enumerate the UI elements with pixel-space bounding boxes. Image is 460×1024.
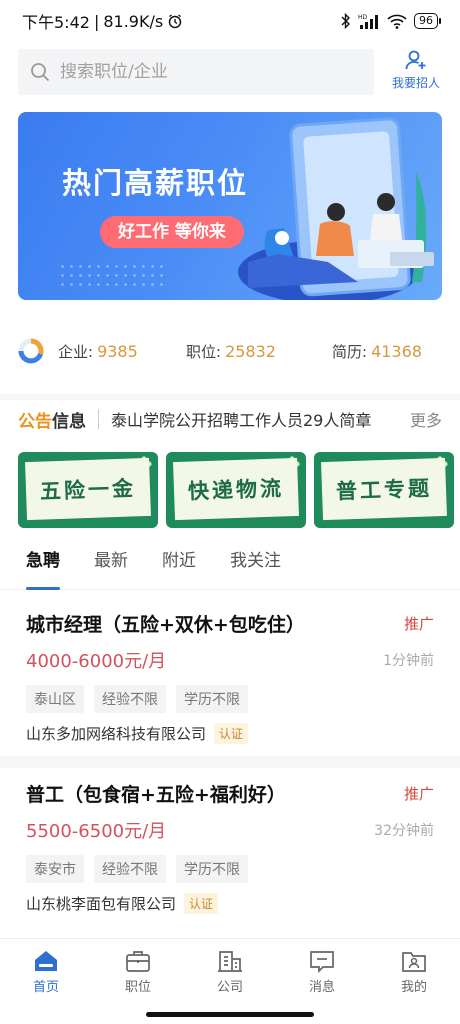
bottom-nav: 首页 职位 公司 消息 我的	[0, 938, 460, 1004]
bluetooth-icon	[341, 13, 350, 29]
nav-jobs[interactable]: 职位	[92, 939, 184, 1004]
verified-badge: 认证	[184, 893, 219, 914]
recruit-button[interactable]: 我要招人	[384, 48, 448, 91]
stat-resume-value: 41368	[371, 341, 422, 361]
banner-subtitle: 好工作 等你来	[100, 216, 244, 248]
job-tags: 泰安市 经验不限 学历不限	[26, 855, 434, 883]
job-tag: 泰安市	[26, 855, 84, 883]
job-title: 城市经理（五险+双休+包吃住）	[26, 614, 305, 636]
nav-label: 首页	[32, 979, 59, 995]
briefcase-icon	[126, 950, 150, 972]
company-name: 山东桃李面包有限公司	[26, 895, 177, 913]
category-card[interactable]: 五险一金	[18, 452, 158, 528]
job-company: 山东多加网络科技有限公司 认证	[26, 723, 434, 744]
status-bar: 下午5:42 | 81.9K/s HD 96	[0, 0, 460, 42]
notice-bar[interactable]: 公告信息 泰山学院公开招聘工作人员29人简章 更多	[0, 394, 460, 438]
tab-nearby[interactable]: 附近	[162, 538, 196, 590]
notice-tag: 公告信息	[18, 411, 86, 432]
job-tag: 经验不限	[94, 855, 166, 883]
stat-company-label: 企业:	[58, 342, 94, 361]
verified-badge: 认证	[214, 723, 249, 744]
job-tabs: 急聘 最新 附近 我关注	[0, 538, 460, 590]
nav-label: 消息	[308, 979, 335, 995]
nav-label: 职位	[124, 979, 151, 995]
nav-company[interactable]: 公司	[184, 939, 276, 1004]
stats-ring-icon	[18, 338, 44, 364]
stats-row: 企业: 9385 职位: 25832 简历: 41368	[18, 328, 442, 374]
recruit-label: 我要招人	[391, 76, 440, 90]
section-divider	[0, 756, 460, 768]
signal-icon: HD	[358, 14, 378, 29]
banner-dots-decoration	[58, 262, 168, 290]
search-box[interactable]	[18, 49, 374, 95]
nav-label: 公司	[216, 979, 243, 995]
status-time: 下午5:42	[22, 13, 90, 32]
search-input[interactable]	[60, 62, 350, 82]
job-tag: 学历不限	[176, 685, 248, 713]
promo-label: 推广	[403, 615, 434, 633]
category-label: 普工专题	[335, 476, 433, 504]
stat-company-value: 9385	[97, 341, 138, 361]
nav-messages[interactable]: 消息	[276, 939, 368, 1004]
promo-label: 推广	[403, 785, 434, 803]
nav-home[interactable]: 首页	[0, 939, 92, 1004]
job-time: 32分钟前	[374, 823, 434, 839]
job-time: 1分钟前	[383, 653, 434, 669]
stat-job-value: 25832	[225, 341, 276, 361]
tab-following[interactable]: 我关注	[230, 538, 281, 590]
message-icon	[310, 950, 334, 973]
notice-more-link[interactable]: 更多	[410, 407, 442, 431]
category-label: 五险一金	[39, 476, 137, 504]
stat-resume: 简历: 41368	[332, 341, 422, 362]
battery-indicator: 96	[414, 13, 441, 29]
job-tag: 经验不限	[94, 685, 166, 713]
add-person-icon	[405, 50, 426, 70]
alarm-icon	[168, 14, 182, 29]
stat-resume-label: 简历:	[332, 342, 368, 361]
search-icon	[31, 63, 50, 82]
company-name: 山东多加网络科技有限公司	[26, 725, 207, 743]
job-company: 山东桃李面包有限公司 认证	[26, 893, 434, 914]
job-card[interactable]: 普工（包食宿+五险+福利好） 推广 5500-6500元/月 32分钟前 泰安市…	[0, 780, 460, 914]
category-cards: 五险一金 快递物流 普工专题	[18, 452, 460, 528]
job-title: 普工（包食宿+五险+福利好）	[26, 784, 286, 806]
building-icon	[218, 950, 242, 972]
category-card[interactable]: 快递物流	[166, 452, 306, 528]
tab-urgent[interactable]: 急聘	[26, 538, 60, 590]
job-tag: 泰山区	[26, 685, 84, 713]
home-icon	[35, 950, 57, 971]
search-row: 我要招人	[0, 44, 460, 100]
stat-company: 企业: 9385	[58, 341, 186, 362]
promo-banner[interactable]: 热门高薪职位 好工作 等你来	[18, 112, 442, 300]
profile-folder-icon	[402, 951, 426, 972]
notice-text[interactable]: 泰山学院公开招聘工作人员29人简章	[111, 407, 400, 431]
category-card[interactable]: 普工专题	[314, 452, 454, 528]
notice-divider	[98, 409, 99, 429]
stat-job: 职位: 25832	[186, 341, 332, 362]
job-tags: 泰山区 经验不限 学历不限	[26, 685, 434, 713]
job-salary: 4000-6000元/月	[26, 651, 167, 672]
wifi-icon	[387, 14, 407, 29]
job-tag: 学历不限	[176, 855, 248, 883]
category-label: 快递物流	[187, 476, 285, 504]
banner-title: 热门高薪职位	[62, 166, 249, 200]
svg-text:HD: HD	[358, 14, 368, 21]
nav-profile[interactable]: 我的	[368, 939, 460, 1004]
job-card[interactable]: 城市经理（五险+双休+包吃住） 推广 4000-6000元/月 1分钟前 泰山区…	[0, 610, 460, 744]
job-salary: 5500-6500元/月	[26, 821, 167, 842]
nav-label: 我的	[400, 979, 427, 995]
home-indicator[interactable]	[146, 1012, 314, 1017]
stat-job-label: 职位:	[186, 342, 222, 361]
tab-latest[interactable]: 最新	[94, 538, 128, 590]
network-speed: 81.9K/s	[103, 11, 164, 31]
